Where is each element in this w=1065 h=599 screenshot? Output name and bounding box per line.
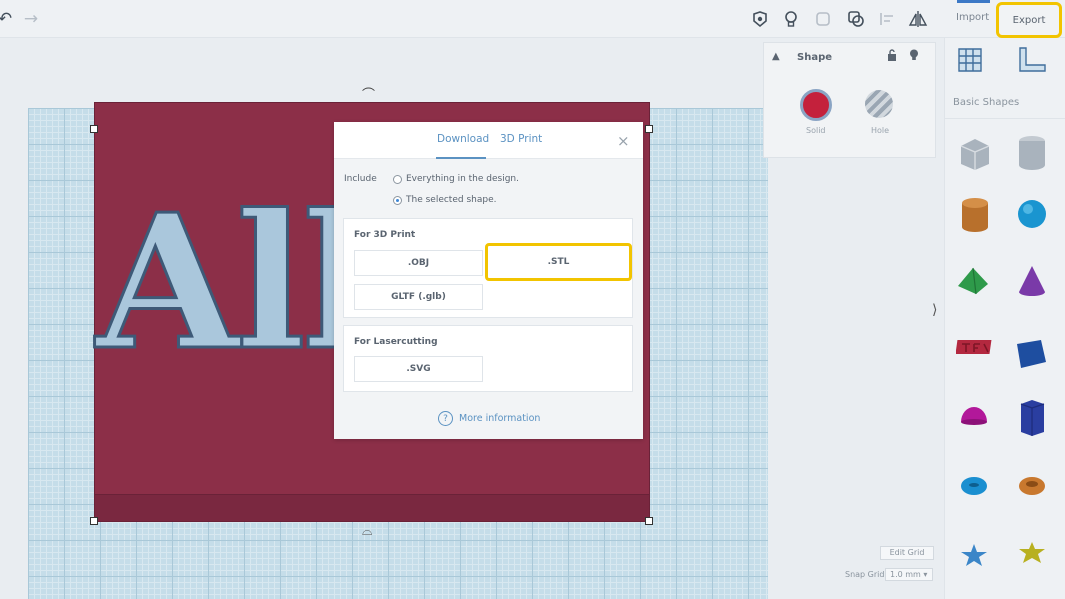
polygon-shape-icon[interactable] (1017, 398, 1047, 442)
dialog-tabs: Download 3D Print × (334, 122, 643, 159)
group-icon[interactable] (812, 8, 834, 30)
option-selected-label: The selected shape. (406, 195, 497, 205)
box-hole-shape-icon[interactable] (955, 134, 993, 176)
radio-selected-shape[interactable] (393, 195, 402, 205)
close-icon[interactable]: × (617, 132, 630, 150)
half-sphere-shape-icon[interactable] (959, 402, 989, 432)
hole-label: Hole (871, 126, 890, 135)
sidebar-toggle-chevron-icon[interactable]: ⟩ (932, 302, 937, 318)
edit-grid-button[interactable]: Edit Grid (880, 546, 934, 560)
mirror-icon[interactable] (907, 8, 929, 30)
section-lasercutting: For Lasercutting .SVG (343, 325, 633, 392)
svg-button[interactable]: .SVG (354, 356, 483, 382)
active-indicator (957, 0, 990, 3)
shape-base (94, 494, 650, 522)
rotate-handle-bottom[interactable]: ⌓ (362, 524, 372, 539)
bulb-icon[interactable] (780, 8, 802, 30)
ruler-tool-icon[interactable] (1017, 46, 1047, 78)
wedge-shape-icon[interactable] (1013, 338, 1049, 374)
text-shape-icon[interactable] (955, 336, 994, 362)
star-shape-icon[interactable] (959, 542, 989, 572)
solid-color-swatch[interactable] (800, 89, 832, 121)
lock-icon[interactable] (887, 49, 897, 64)
import-button[interactable]: Import (956, 12, 989, 23)
notes-icon[interactable] (749, 8, 771, 30)
section-3d-print: For 3D Print .OBJ .STL GLTF (.glb) (343, 218, 633, 318)
cylinder-shape-icon[interactable] (959, 196, 991, 238)
resize-handle-br[interactable] (645, 517, 653, 525)
shape-panel-title: Shape (797, 52, 833, 63)
resize-handle-bl[interactable] (90, 517, 98, 525)
resize-handle-tr[interactable] (645, 125, 653, 133)
undo-icon[interactable]: ↶ (0, 8, 16, 30)
solid-label: Solid (806, 126, 826, 135)
option-selected-shape[interactable]: The selected shape. (393, 195, 496, 205)
top-toolbar: ↶ → Import Export (0, 0, 1065, 38)
align-icon[interactable] (876, 8, 898, 30)
snap-grid-label: Snap Grid (845, 570, 885, 579)
sidebar-divider (945, 118, 1065, 119)
shapes-sidebar: Basic Shapes (944, 38, 1065, 599)
export-dialog: Download 3D Print × Include Everything i… (334, 122, 643, 439)
gltf-button[interactable]: GLTF (.glb) (354, 284, 483, 310)
tab-3d-print[interactable]: 3D Print (500, 133, 542, 145)
redo-icon[interactable]: → (20, 8, 42, 30)
export-button[interactable]: Export (996, 2, 1062, 38)
cylinder-hole-shape-icon[interactable] (1015, 134, 1049, 176)
tab-download[interactable]: Download (437, 133, 489, 145)
option-everything-label: Everything in the design. (406, 174, 520, 184)
resize-handle-tl[interactable] (90, 125, 98, 133)
roof-shape-icon[interactable] (956, 266, 990, 300)
visibility-bulb-icon[interactable] (909, 49, 919, 64)
torus-shape-icon[interactable] (959, 475, 989, 501)
include-label: Include (344, 174, 377, 184)
sphere-shape-icon[interactable] (1017, 199, 1047, 233)
workplane-tool-icon[interactable] (956, 46, 984, 78)
section-3d-title: For 3D Print (354, 230, 416, 240)
obj-button[interactable]: .OBJ (354, 250, 483, 276)
stl-button[interactable]: .STL (485, 243, 632, 281)
shape-inspector: ▲ Shape Solid Hole (763, 42, 936, 158)
help-icon: ? (438, 411, 453, 426)
more-information-label: More information (459, 413, 541, 424)
section-laser-title: For Lasercutting (354, 337, 438, 347)
shape-category-dropdown[interactable]: Basic Shapes (953, 97, 1019, 108)
hole-swatch[interactable] (865, 90, 893, 118)
snap-grid-value: 1.0 mm (890, 570, 921, 579)
option-everything[interactable]: Everything in the design. (393, 174, 519, 184)
cone-shape-icon[interactable] (1017, 264, 1047, 302)
snap-grid-select[interactable]: 1.0 mm ▾ (885, 568, 933, 581)
tube-shape-icon[interactable] (1017, 474, 1047, 502)
collapse-arrow-icon[interactable]: ▲ (772, 51, 780, 62)
ungroup-icon[interactable] (845, 8, 867, 30)
dialog-body: Include Everything in the design. The se… (334, 159, 643, 439)
rotate-handle-top[interactable]: ⌒ (362, 84, 375, 103)
more-information-link[interactable]: ? More information (438, 411, 540, 426)
radio-everything[interactable] (393, 174, 402, 184)
heart-shape-icon[interactable] (1017, 540, 1047, 570)
shape-text: All (94, 173, 373, 391)
